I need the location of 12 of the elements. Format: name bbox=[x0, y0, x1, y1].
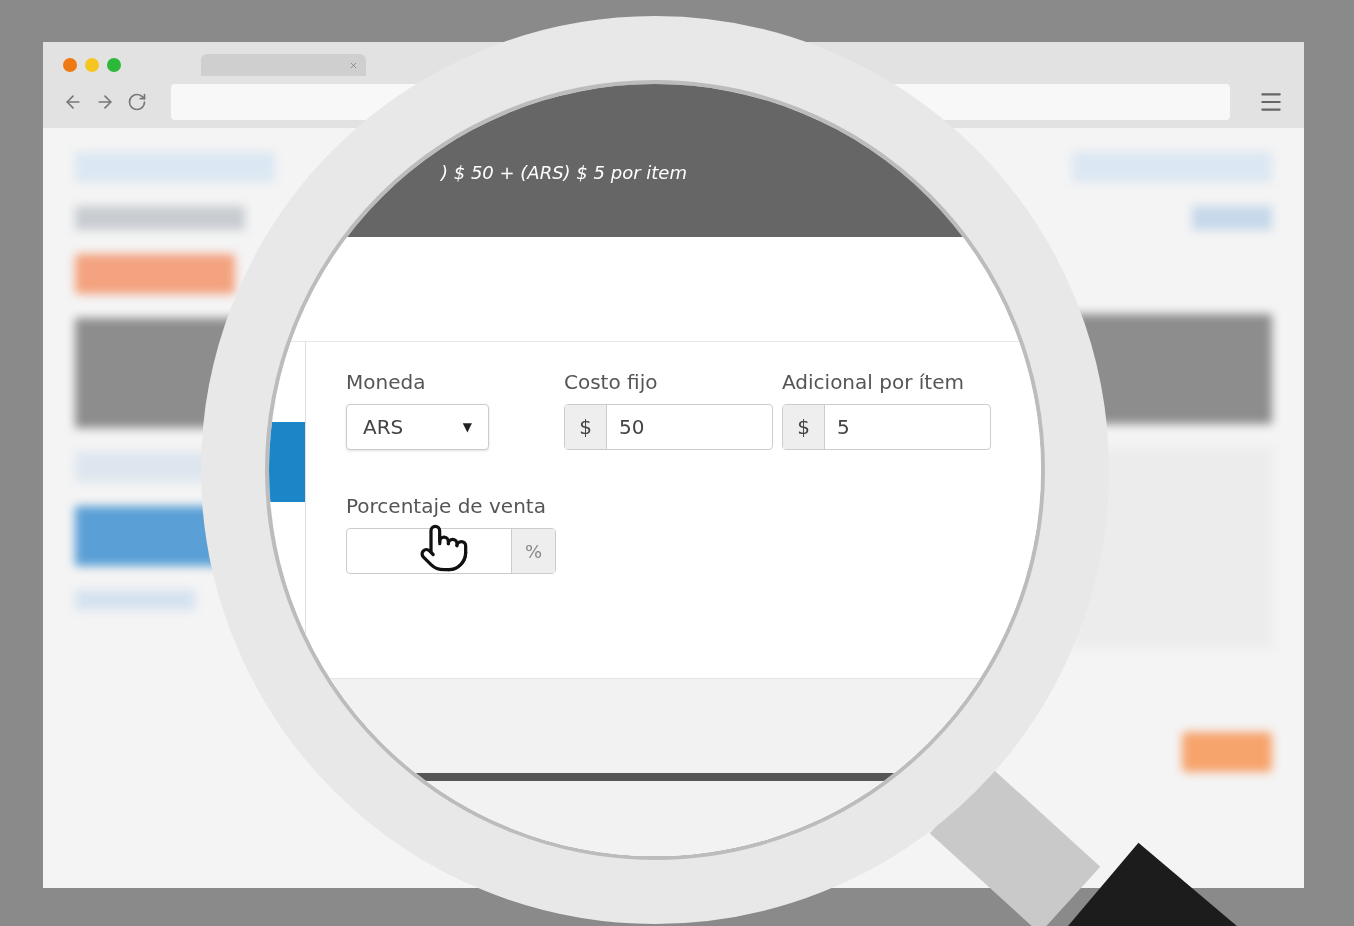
reload-icon[interactable] bbox=[127, 92, 147, 112]
side-tab[interactable] bbox=[269, 422, 305, 502]
field-label: Costo fijo bbox=[564, 372, 659, 392]
input-field[interactable]: $ 50 bbox=[564, 404, 773, 450]
hand-cursor-icon bbox=[418, 522, 470, 574]
shipping-summary: ) $ 50 + (ARS) $ 5 por item bbox=[441, 164, 687, 185]
input-field[interactable]: $ 5 bbox=[782, 404, 991, 450]
field-label: Moneda bbox=[346, 372, 427, 392]
field-label: Porcentaje de venta bbox=[346, 496, 547, 516]
field-label: Adicional por ítem bbox=[782, 372, 965, 392]
currency-select[interactable]: ARS ▼ bbox=[346, 404, 489, 450]
close-icon[interactable] bbox=[349, 60, 358, 70]
